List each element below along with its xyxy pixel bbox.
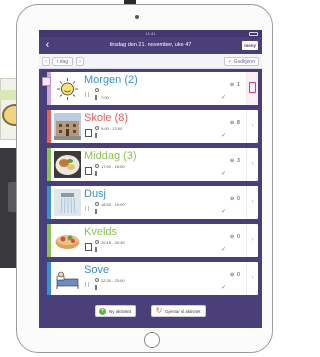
activity-count: 3 — [237, 158, 240, 164]
tablet-camera — [135, 15, 139, 19]
activity-time: 18:30 - 19:00 — [101, 202, 125, 207]
today-button[interactable]: I dag — [52, 57, 74, 66]
clock-icon — [95, 278, 99, 282]
sleep-image — [54, 265, 81, 292]
alarm-stand-icon — [95, 285, 97, 290]
frame-icon — [85, 129, 92, 137]
activity-name: Middag (3) — [84, 150, 137, 162]
activity-expand-tab[interactable]: › — [246, 186, 258, 219]
approve-button[interactable]: ✓ Godkjenn — [224, 57, 259, 66]
clock-icon — [95, 164, 99, 168]
activity-expand-tab[interactable]: › — [246, 110, 258, 143]
dinner-image — [54, 151, 81, 178]
repeat-activity-label: Gjenta/ sl aktivitet — [165, 309, 201, 314]
activity-name: Sove — [84, 264, 110, 276]
repeat-icon: ↻ — [155, 306, 163, 315]
link-icon[interactable]: ⊖ — [230, 158, 234, 164]
checkmark-icon[interactable]: ✓ — [221, 170, 226, 177]
activity-card[interactable]: Middag (3) 17:00 - 18:00 ✓ ⊖ 3 › — [47, 148, 258, 181]
page-title: tirsdag den 21. november, uke 47 — [109, 42, 192, 48]
activity-accent — [47, 262, 51, 295]
next-day-button[interactable]: › — [76, 57, 84, 66]
clock-icon — [95, 240, 99, 244]
activity-list: Morgen (2) | | 7:00 ✓ ⊖ 1 Skole (8) 9:00… — [39, 69, 262, 301]
activity-card[interactable]: Skole (8) 9:00 - 12:00 ✓ ⊖ 8 › — [47, 110, 258, 143]
activity-count: 0 — [237, 196, 240, 202]
checkmark-icon[interactable]: ✓ — [221, 132, 226, 139]
tablet-home-button[interactable] — [144, 332, 160, 348]
sun-icon — [54, 75, 81, 102]
activity-name: Kvelds — [84, 226, 118, 238]
status-time: 11:41 — [145, 31, 156, 36]
day-toolbar: ‹ I dag › ✓ Godkjenn — [39, 54, 262, 69]
activity-ticks: | | — [85, 92, 89, 98]
alarm-stand-icon — [95, 133, 97, 138]
app-screen: 11:41 ‹ tirsdag den 21. november, uke 47… — [39, 30, 262, 328]
checkmark-icon[interactable]: ✓ — [221, 208, 226, 215]
activity-time: 20:15 - 20:30 — [101, 240, 125, 245]
status-bar: 11:41 — [39, 30, 262, 37]
activity-expand-tab[interactable]: › — [246, 262, 258, 295]
calendar-icon[interactable] — [42, 77, 51, 86]
activity-name: Dusj — [84, 188, 107, 200]
activity-count: 1 — [237, 82, 240, 88]
activity-accent — [47, 186, 51, 219]
new-activity-label: Ny aktivitet — [109, 309, 132, 314]
activity-ticks: | | — [85, 282, 89, 288]
activity-count: 0 — [237, 234, 240, 240]
activity-accent — [47, 148, 51, 181]
activity-name: Skole (8) — [84, 112, 129, 124]
document-icon — [249, 82, 256, 93]
activity-time: 7:00 — [101, 95, 109, 100]
activity-name: Morgen (2) — [84, 74, 138, 86]
activity-card[interactable]: Sove | | 22:30 - 23:00 ✓ ⊖ 0 › — [47, 262, 258, 295]
checkmark-icon[interactable]: ✓ — [221, 94, 226, 101]
activity-card[interactable]: Dusj | | 18:30 - 19:00 ✓ ⊖ 0 › — [47, 186, 258, 219]
back-arrow-icon[interactable]: ‹ — [42, 39, 53, 52]
previous-day-button[interactable]: ‹ — [42, 57, 50, 66]
school-image — [54, 113, 81, 140]
clock-icon — [95, 202, 99, 206]
alarm-stand-icon — [95, 171, 97, 176]
approve-label: Godkjenn — [233, 59, 255, 65]
activity-time: 22:30 - 23:00 — [101, 278, 125, 283]
menu-button[interactable]: meny — [242, 41, 258, 50]
link-icon[interactable]: ⊖ — [230, 120, 234, 126]
activity-card[interactable]: Kvelds 20:15 - 20:30 ✓ ⊖ 0 › — [47, 224, 258, 257]
evening-meal-image — [54, 227, 81, 254]
activity-time: 17:00 - 18:00 — [101, 164, 125, 169]
activity-card[interactable]: Morgen (2) | | 7:00 ✓ ⊖ 1 — [42, 72, 258, 105]
link-icon[interactable]: ⊖ — [230, 82, 234, 88]
activity-time: 9:00 - 12:00 — [101, 126, 123, 131]
activity-ticks: | | — [85, 206, 89, 212]
checkmark-icon[interactable]: ✓ — [221, 246, 226, 253]
battery-icon — [249, 32, 258, 36]
frame-icon — [85, 167, 92, 175]
new-activity-button[interactable]: + Ny aktivitet — [95, 305, 137, 317]
link-icon[interactable]: ⊖ — [230, 272, 234, 278]
activity-expand-tab[interactable]: › — [246, 148, 258, 181]
bottom-bar: + Ny aktivitet ↻ Gjenta/ sl aktivitet — [39, 301, 262, 328]
activity-expand-tab[interactable] — [246, 72, 258, 105]
activity-accent — [47, 224, 51, 257]
alarm-stand-icon — [95, 95, 97, 100]
clock-icon — [95, 126, 99, 130]
clock-icon — [95, 88, 99, 92]
link-icon[interactable]: ⊖ — [230, 234, 234, 240]
repeat-activity-button[interactable]: ↻ Gjenta/ sl aktivitet — [151, 305, 206, 317]
title-bar: ‹ tirsdag den 21. november, uke 47 meny — [39, 37, 262, 54]
alarm-stand-icon — [95, 247, 97, 252]
alarm-stand-icon — [95, 209, 97, 214]
checkmark-icon[interactable]: ✓ — [221, 284, 226, 291]
shower-image — [54, 189, 81, 216]
activity-count: 0 — [237, 272, 240, 278]
activity-accent — [47, 110, 51, 143]
plus-icon: + — [99, 308, 106, 315]
activity-count: 8 — [237, 120, 240, 126]
frame-icon — [85, 243, 92, 251]
link-icon[interactable]: ⊖ — [230, 196, 234, 202]
activity-expand-tab[interactable]: › — [246, 224, 258, 257]
